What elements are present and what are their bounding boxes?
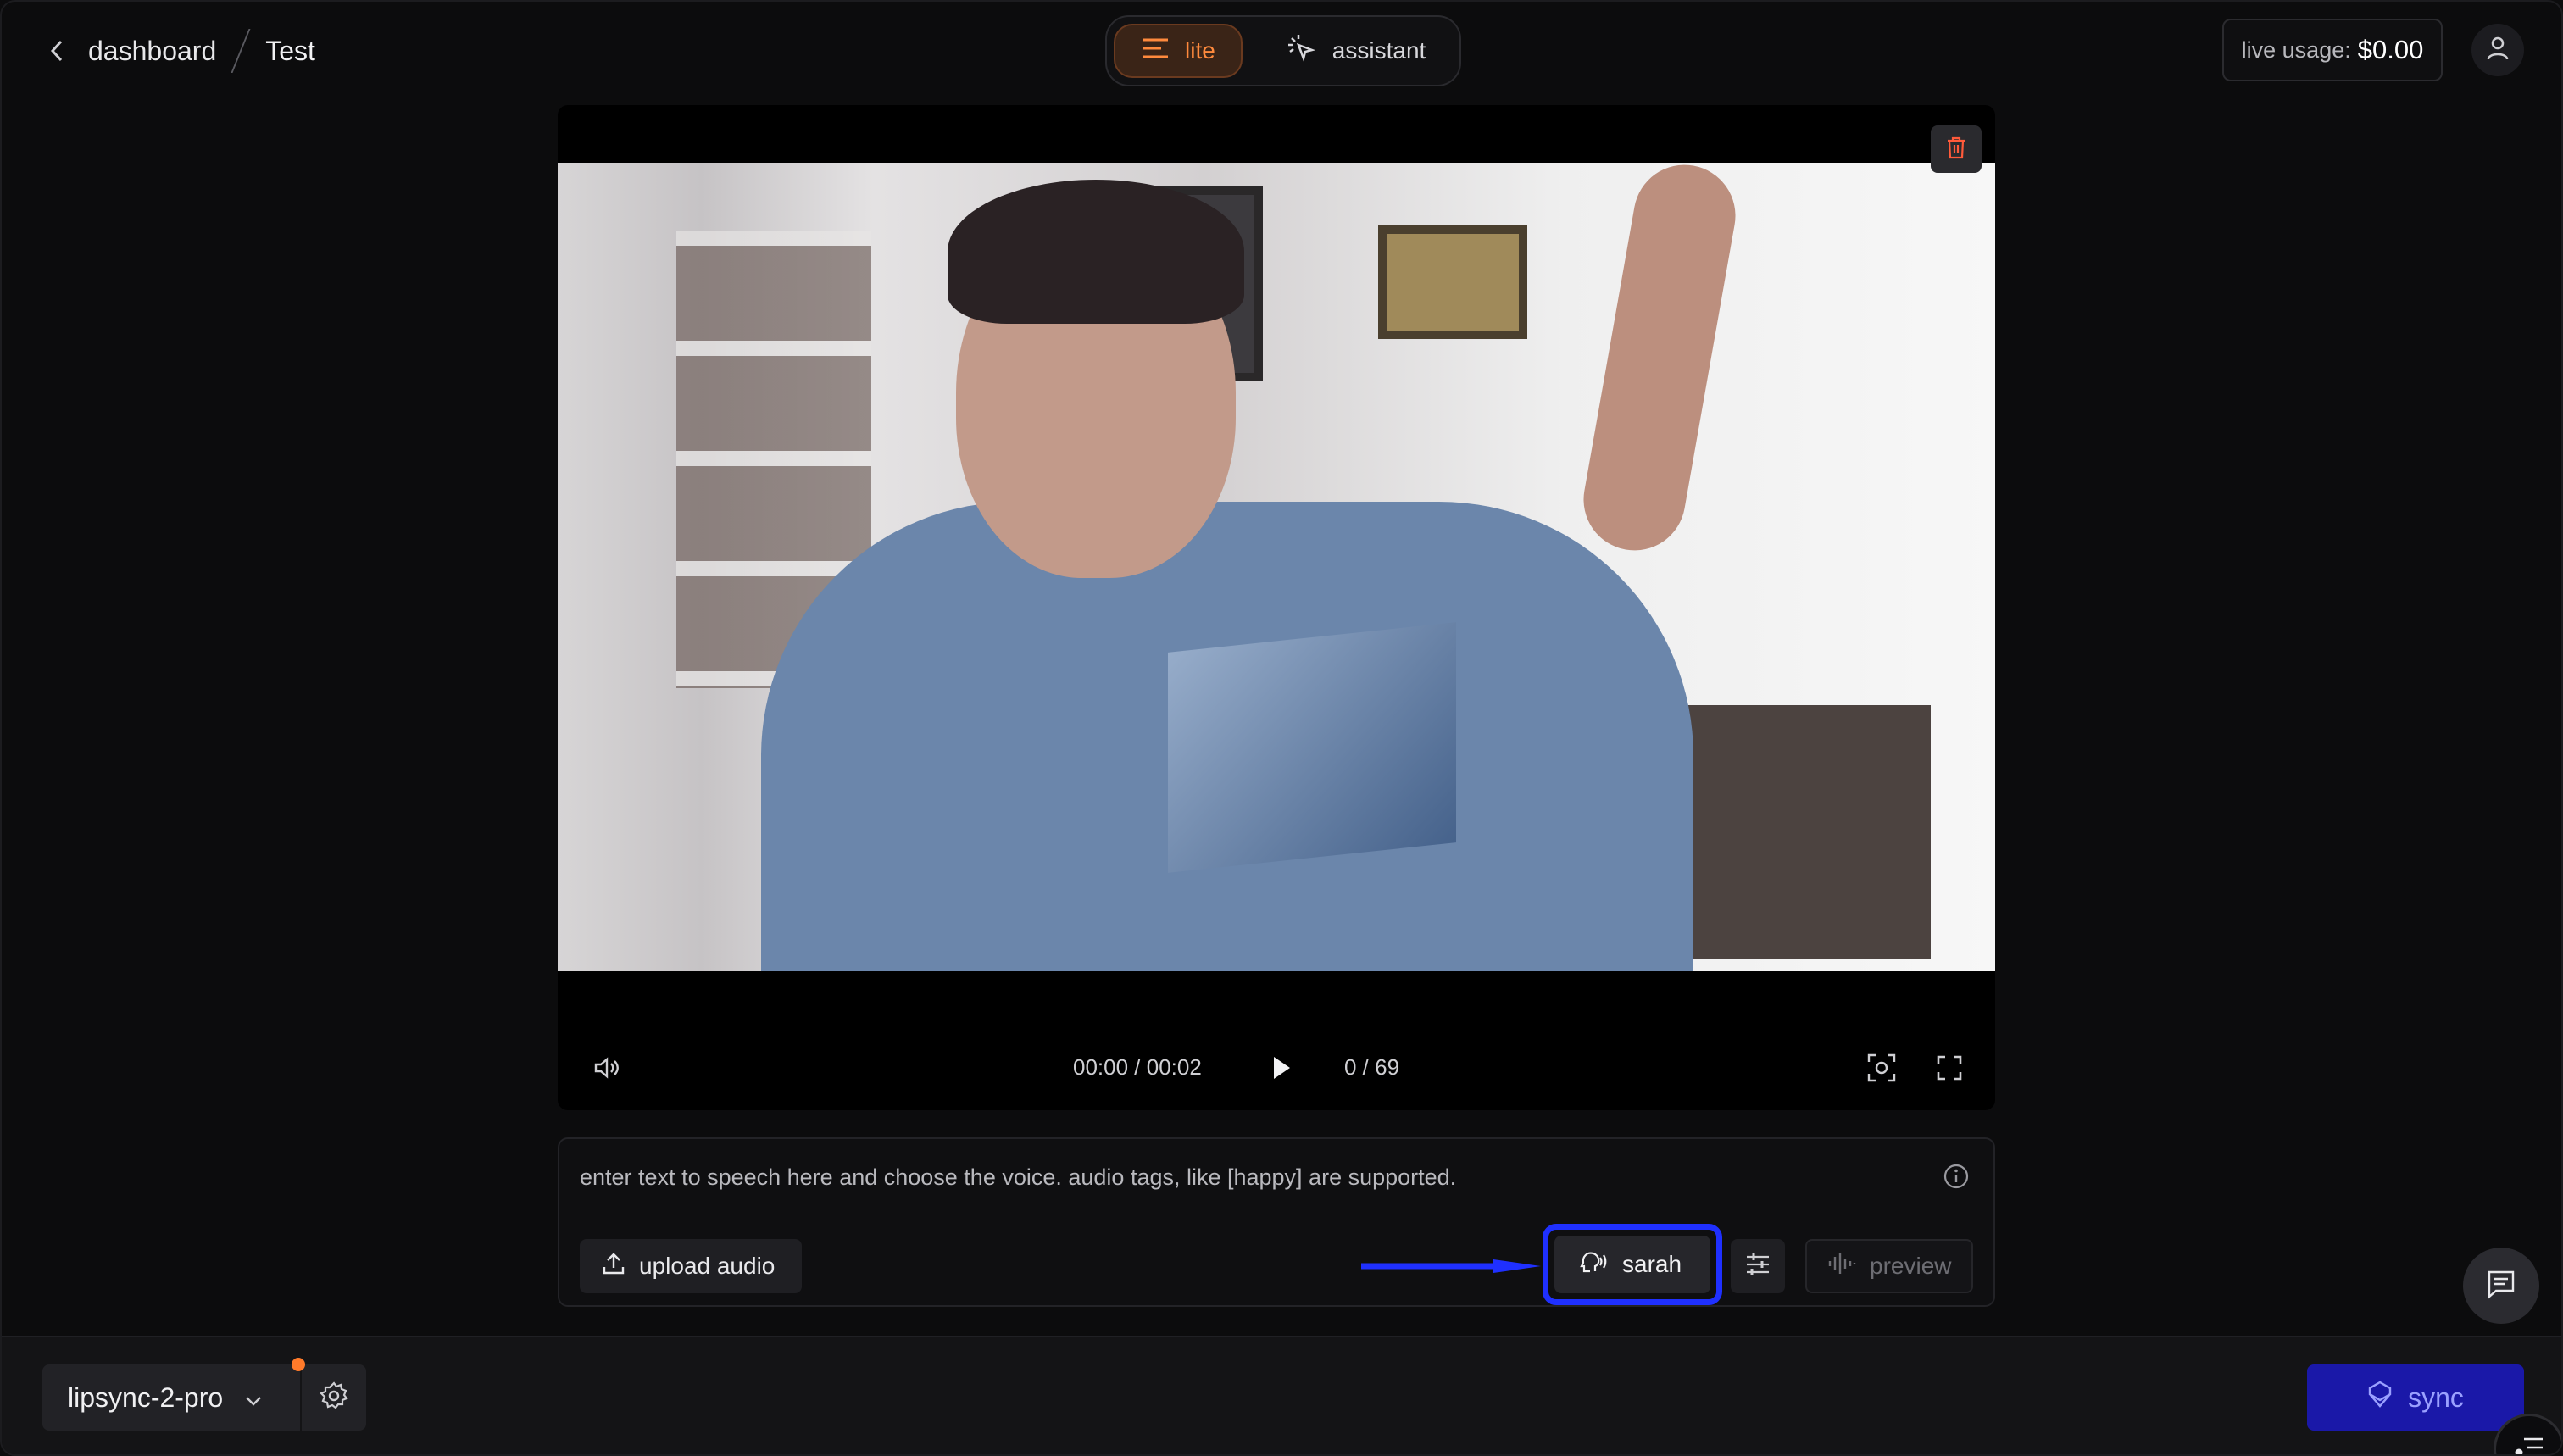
waveform-icon: [1827, 1252, 1856, 1281]
delete-video-button[interactable]: [1931, 125, 1982, 173]
camera-focus-icon: [1867, 1053, 1896, 1086]
breadcrumb: dashboard Test: [44, 29, 315, 73]
playback-time: 00:00 / 00:02: [1073, 1054, 1202, 1080]
gear-icon: [319, 1381, 349, 1415]
breadcrumb-dashboard-link[interactable]: dashboard: [88, 36, 216, 67]
upload-icon: [602, 1252, 625, 1281]
chat-button[interactable]: [2463, 1248, 2539, 1324]
mode-assistant-label: assistant: [1332, 37, 1426, 64]
info-icon[interactable]: [1943, 1163, 1970, 1190]
mode-assistant-button[interactable]: assistant: [1261, 24, 1452, 78]
video-frame[interactable]: [558, 163, 1995, 971]
lines-icon: [1141, 36, 1170, 66]
chevron-left-icon[interactable]: [44, 34, 69, 68]
preview-button[interactable]: preview: [1805, 1239, 1973, 1293]
user-avatar-button[interactable]: [2471, 24, 2524, 76]
notification-dot: [292, 1358, 305, 1371]
model-settings-button[interactable]: [302, 1364, 366, 1431]
model-select-value: lipsync-2-pro: [68, 1381, 224, 1413]
play-icon: [1271, 1055, 1292, 1085]
app-window: dashboard Test lite assistant live usage…: [0, 0, 2563, 1456]
voice-select-button[interactable]: sarah: [1554, 1236, 1710, 1293]
list-toggle-icon: [2514, 1435, 2544, 1454]
fullscreen-icon: [1937, 1055, 1962, 1085]
play-button[interactable]: [1263, 1051, 1300, 1088]
sync-logo-icon: [2367, 1381, 2393, 1414]
arrow-annotation-icon: [1361, 1259, 1541, 1273]
live-usage-value: $0.00: [2357, 35, 2424, 64]
breadcrumb-current: Test: [265, 35, 315, 66]
live-usage-label: live usage:: [2241, 36, 2351, 63]
tts-prompt-box: enter text to speech here and choose the…: [558, 1137, 1995, 1307]
frame-counter: 0 / 69: [1344, 1054, 1400, 1080]
preview-label: preview: [1870, 1253, 1952, 1279]
fullscreen-button[interactable]: [1931, 1051, 1968, 1088]
mode-toggle: lite assistant: [1105, 15, 1461, 86]
chevron-down-icon: [245, 1382, 262, 1414]
mode-lite-button[interactable]: lite: [1114, 24, 1243, 78]
chat-icon: [2486, 1269, 2516, 1303]
video-player: 00:00 / 00:02 0 / 69: [558, 105, 1995, 1110]
model-select[interactable]: lipsync-2-pro: [42, 1364, 300, 1431]
tts-text-input[interactable]: enter text to speech here and choose the…: [580, 1164, 1456, 1191]
sync-button[interactable]: sync: [2307, 1364, 2524, 1431]
capture-frame-button[interactable]: [1863, 1051, 1900, 1088]
voice-settings-button[interactable]: [1731, 1239, 1785, 1293]
footer-bar: lipsync-2-pro sync: [2, 1336, 2561, 1454]
volume-icon: [593, 1056, 620, 1084]
voice-head-icon: [1580, 1249, 1607, 1281]
mode-lite-label: lite: [1185, 37, 1215, 64]
player-controls: 00:00 / 00:02 0 / 69: [558, 1029, 1995, 1110]
user-icon: [2486, 36, 2510, 65]
trash-icon: [1946, 136, 1966, 164]
sparkle-cursor-icon: [1287, 33, 1317, 69]
volume-button[interactable]: [588, 1051, 625, 1088]
upload-audio-button[interactable]: upload audio: [580, 1239, 802, 1293]
upload-audio-label: upload audio: [639, 1253, 776, 1279]
sliders-icon: [1745, 1253, 1771, 1281]
live-usage-badge: live usage: $0.00: [2222, 19, 2443, 81]
voice-name: sarah: [1622, 1251, 1682, 1277]
breadcrumb-separator: [231, 29, 251, 73]
sync-label: sync: [2408, 1381, 2464, 1413]
